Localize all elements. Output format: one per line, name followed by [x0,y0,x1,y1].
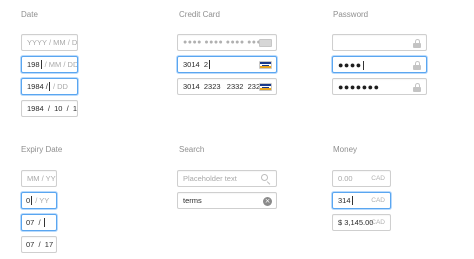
expiry-typed-slash: / [38,218,41,227]
money-value: $ 3,145.00 [338,218,374,227]
expiry-typing-value: 0 / YY [26,196,49,206]
expiry-field-filled[interactable]: 07 / 17 [21,236,57,253]
date-remaining-placeholder-2: / DD [52,82,68,91]
card-icon [259,39,272,47]
money-heading: Money [333,145,358,154]
date-sep-2: / [66,104,69,113]
date-typed-digits: 198 [27,60,40,69]
expiry-typed-month: 07 [26,218,35,227]
password-field-filled[interactable]: ●●●●●●● [332,78,427,95]
money-typed-digits: 314 [338,196,351,205]
date-field-filled[interactable]: 1984 / 10 / 18 [21,100,78,117]
expiry-sep: / [38,240,41,249]
money-field-typing[interactable]: 314 CAD [332,192,391,209]
text-caret [43,218,45,227]
date-typed-year: 1984 [27,82,44,91]
lock-icon [413,83,421,92]
money-field-filled[interactable]: $ 3,145.00 CAD [332,214,391,231]
lock-icon [413,39,421,48]
search-heading: Search [179,145,205,154]
visa-icon [259,83,272,91]
credit-card-number: 3014 2323 2332 2323 [183,82,265,91]
password-heading: Password [333,10,369,19]
search-icon [261,174,272,186]
text-caret [31,196,33,205]
text-caret [209,60,211,69]
credit-card-placeholder: ●●●● ●●●● ●●●● ●●●● [183,39,266,46]
date-typing-value-2: 1984 / / DD [27,82,68,92]
expiry-placeholder: MM / YY [27,174,56,183]
clear-icon[interactable]: × [263,197,272,206]
date-day: 18 [72,104,78,113]
expiry-typing-value-2: 07 / [26,218,46,228]
password-typing-value: ●●●● [338,59,365,71]
password-masked-value: ●●●●●●● [338,82,380,92]
credit-card-field-empty[interactable]: ●●●● ●●●● ●●●● ●●●● [177,34,277,51]
expiry-remaining-placeholder: / YY [35,196,50,205]
date-year: 1984 [27,104,44,113]
date-typing-value: 198 / MM / DD [27,60,78,70]
search-placeholder: Placeholder text [183,174,237,183]
password-field-empty[interactable] [332,34,427,51]
money-typing-value: 314 [338,196,354,206]
expiry-field-empty[interactable]: MM / YY [21,170,57,187]
password-field-typing[interactable]: ●●●● [332,56,427,73]
expiry-filled-value: 07 / 17 [26,240,53,250]
search-field-empty[interactable]: Placeholder text [177,170,277,187]
text-caret [351,196,353,205]
search-value: terms [183,196,202,205]
text-caret [48,82,50,91]
date-field-typing-year[interactable]: 198 / MM / DD [21,56,78,73]
expiry-year: 17 [44,240,54,249]
date-remaining-placeholder: / MM / DD [44,60,78,69]
search-field-filled[interactable]: terms × [177,192,277,209]
expiry-month: 07 [26,240,35,249]
money-placeholder: 0.00 [338,174,353,183]
date-month: 10 [54,104,63,113]
visa-icon [259,61,272,69]
expiry-typed-digits: 0 [26,196,31,205]
date-filled-value: 1984 / 10 / 18 [27,104,78,114]
date-sep-1: / [47,104,50,113]
credit-card-field-typing[interactable]: 3014 2 [177,56,277,73]
currency-label: CAD [371,175,385,182]
expiry-field-typing-year[interactable]: 07 / [21,214,57,231]
date-field-typing-month[interactable]: 1984 / / DD [21,78,78,95]
text-caret [40,60,42,69]
text-caret [362,61,364,70]
date-heading: Date [21,10,38,19]
date-typed-slash: / [45,82,48,91]
credit-card-typing-value: 3014 2 [183,60,211,70]
credit-card-typed-digits: 3014 2 [183,60,209,69]
date-field-empty[interactable]: YYYY / MM / DD [21,34,78,51]
credit-card-heading: Credit Card [179,10,220,19]
date-placeholder: YYYY / MM / DD [27,38,78,47]
currency-label: CAD [371,197,385,204]
expiry-field-typing-month[interactable]: 0 / YY [21,192,57,209]
credit-card-field-filled[interactable]: 3014 2323 2332 2323 [177,78,277,95]
money-field-empty[interactable]: 0.00 CAD [332,170,391,187]
currency-label: CAD [371,219,385,226]
lock-icon [413,61,421,70]
password-masked-chars: ●●●● [338,60,362,70]
expiry-date-heading: Expiry Date [21,145,63,154]
